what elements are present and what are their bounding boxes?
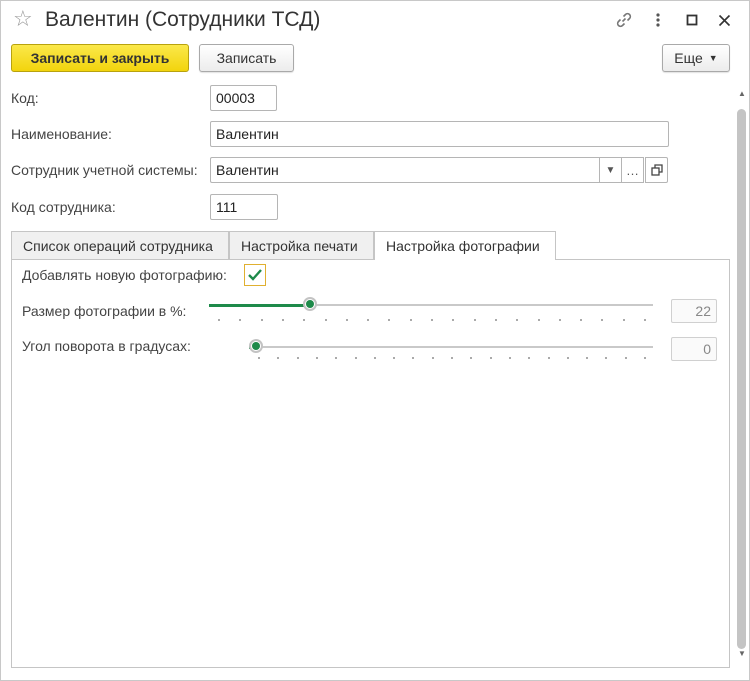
slider-tick bbox=[303, 319, 305, 321]
open-icon[interactable] bbox=[645, 157, 668, 183]
scrollbar-thumb[interactable] bbox=[737, 109, 746, 649]
link-icon[interactable] bbox=[613, 9, 635, 31]
slider-tick bbox=[516, 319, 518, 321]
vertical-scrollbar[interactable]: ▲ ▼ bbox=[736, 89, 748, 669]
slider-tick bbox=[623, 319, 625, 321]
slider-tick bbox=[261, 319, 263, 321]
slider-tick bbox=[277, 357, 279, 359]
slider-fill bbox=[209, 304, 312, 307]
slider-tick bbox=[470, 357, 472, 359]
slider-tick bbox=[374, 357, 376, 359]
slider-tick bbox=[258, 357, 260, 359]
slider-tick bbox=[432, 357, 434, 359]
slider-thumb[interactable] bbox=[249, 339, 263, 353]
employee-label: Сотрудник учетной системы: bbox=[11, 162, 198, 178]
slider-ticks bbox=[249, 357, 653, 361]
slider-tick bbox=[452, 319, 454, 321]
code-label: Код: bbox=[11, 90, 39, 106]
tab-print-settings[interactable]: Настройка печати bbox=[229, 231, 374, 259]
slider-tick bbox=[346, 319, 348, 321]
photo-size-slider[interactable] bbox=[209, 295, 653, 323]
employee-field[interactable]: Валентин bbox=[210, 157, 600, 183]
more-vertical-icon[interactable] bbox=[647, 9, 669, 31]
scroll-up-icon[interactable]: ▲ bbox=[736, 89, 748, 101]
slider-tick bbox=[316, 357, 318, 359]
window-title: Валентин (Сотрудники ТСД) bbox=[45, 8, 321, 31]
slider-tick bbox=[410, 319, 412, 321]
check-icon bbox=[248, 269, 262, 281]
slider-tick bbox=[239, 319, 241, 321]
name-label: Наименование: bbox=[11, 126, 112, 142]
add-photo-label: Добавлять новую фотографию: bbox=[22, 267, 227, 283]
slider-tick bbox=[335, 357, 337, 359]
rotation-angle-label: Угол поворота в градусах: bbox=[22, 338, 191, 354]
scroll-down-icon[interactable]: ▼ bbox=[736, 649, 748, 661]
slider-tick bbox=[538, 319, 540, 321]
employee-code-label: Код сотрудника: bbox=[11, 199, 116, 215]
chevron-down-icon: ▼ bbox=[708, 53, 718, 63]
slider-tick bbox=[601, 319, 603, 321]
slider-tick bbox=[412, 357, 414, 359]
select-ellipsis-icon[interactable]: … bbox=[621, 157, 644, 183]
slider-tick bbox=[355, 357, 357, 359]
star-icon[interactable]: ☆ bbox=[13, 7, 33, 31]
slider-tick bbox=[559, 319, 561, 321]
slider-tick bbox=[644, 319, 646, 321]
maximize-icon[interactable] bbox=[681, 9, 703, 31]
slider-tick bbox=[218, 319, 220, 321]
save-button[interactable]: Записать bbox=[199, 44, 294, 72]
slider-tick bbox=[431, 319, 433, 321]
photo-size-value[interactable]: 22 bbox=[671, 299, 717, 323]
slider-thumb[interactable] bbox=[303, 297, 317, 311]
slider-ticks bbox=[209, 319, 653, 323]
slider-tick bbox=[605, 357, 607, 359]
photo-size-label: Размер фотографии в %: bbox=[22, 303, 187, 319]
slider-tick bbox=[393, 357, 395, 359]
slider-tick bbox=[297, 357, 299, 359]
slider-tick bbox=[451, 357, 453, 359]
save-and-close-button[interactable]: Записать и закрыть bbox=[11, 44, 189, 72]
slider-tick bbox=[625, 357, 627, 359]
slider-tick bbox=[528, 357, 530, 359]
slider-tick bbox=[548, 357, 550, 359]
slider-tick bbox=[580, 319, 582, 321]
slider-tick bbox=[282, 319, 284, 321]
slider-tick bbox=[567, 357, 569, 359]
slider-tick bbox=[495, 319, 497, 321]
rotation-angle-value[interactable]: 0 bbox=[671, 337, 717, 361]
code-field[interactable]: 00003 bbox=[210, 85, 277, 111]
add-photo-checkbox[interactable] bbox=[244, 264, 266, 286]
slider-tick bbox=[586, 357, 588, 359]
form-window: ☆ Валентин (Сотрудники ТСД) Записать и з… bbox=[0, 0, 750, 681]
name-field[interactable]: Валентин bbox=[210, 121, 669, 147]
slider-tick bbox=[367, 319, 369, 321]
slider-tick bbox=[490, 357, 492, 359]
more-button-label: Еще bbox=[674, 50, 703, 66]
rotation-angle-slider[interactable] bbox=[249, 337, 653, 365]
chevron-down-icon[interactable]: ▼ bbox=[599, 157, 622, 183]
slider-tick bbox=[474, 319, 476, 321]
title-bar: ☆ Валентин (Сотрудники ТСД) bbox=[1, 1, 749, 39]
more-button[interactable]: Еще ▼ bbox=[662, 44, 730, 72]
slider-tick bbox=[388, 319, 390, 321]
slider-track bbox=[249, 346, 653, 348]
tab-photo-settings[interactable]: Настройка фотографии bbox=[374, 231, 556, 260]
close-icon[interactable] bbox=[713, 9, 735, 31]
tab-employee-operations[interactable]: Список операций сотрудника bbox=[11, 231, 229, 259]
slider-tick bbox=[325, 319, 327, 321]
slider-tick bbox=[509, 357, 511, 359]
slider-tick bbox=[644, 357, 646, 359]
employee-code-field[interactable]: 111 bbox=[210, 194, 278, 220]
